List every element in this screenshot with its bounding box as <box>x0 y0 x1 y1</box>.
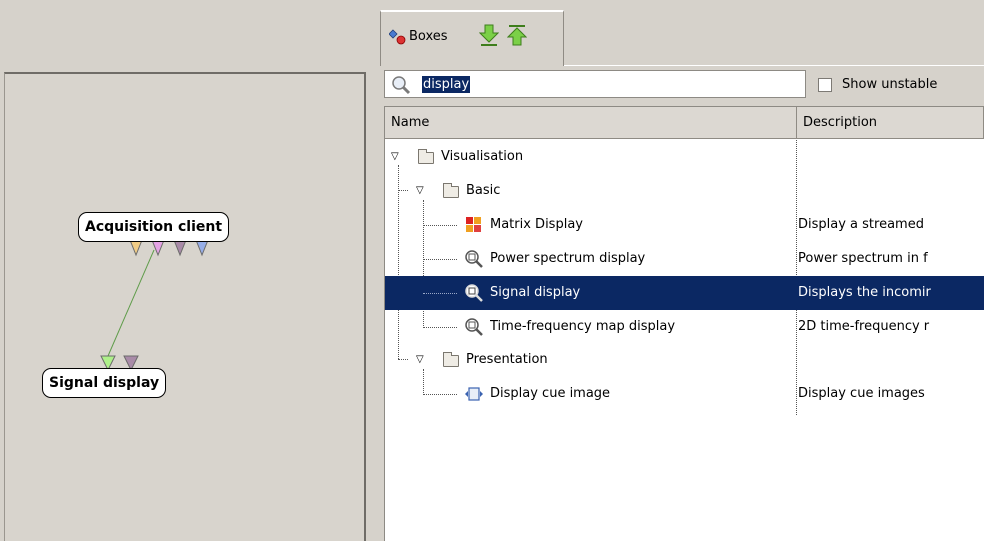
category-label: Visualisation <box>441 149 524 164</box>
tree-row-signal-display[interactable]: Signal display Displays the incomir <box>385 276 984 310</box>
column-header-description[interactable]: Description <box>797 107 984 139</box>
box-description: Display a streamed <box>798 217 924 232</box>
column-header-name[interactable]: Name <box>385 107 797 139</box>
box-description: 2D time-frequency r <box>798 319 930 334</box>
tree-row-presentation[interactable]: ▽ Presentation <box>385 343 984 377</box>
tree-line <box>423 327 457 328</box>
show-unstable-checkbox[interactable] <box>818 78 832 92</box>
tree-line <box>423 394 457 395</box>
cue-image-icon <box>465 387 483 401</box>
output-connector <box>195 239 209 257</box>
box-description: Displays the incomir <box>798 285 931 300</box>
magnifier-icon <box>465 318 483 336</box>
tree-row-time-frequency-map-display[interactable]: Time-frequency map display 2D time-frequ… <box>385 310 984 344</box>
box-name: Signal display <box>490 285 581 300</box>
tree-row-visualisation[interactable]: ▽ Visualisation <box>385 140 984 174</box>
tree-line <box>423 259 457 260</box>
box-name: Matrix Display <box>490 217 583 232</box>
upload-arrow-icon[interactable] <box>507 24 527 46</box>
scenario-links <box>100 239 209 372</box>
pane-splitter[interactable] <box>372 0 380 541</box>
search-value: display <box>422 76 471 93</box>
tree-row-matrix-display[interactable]: Matrix Display Display a streamed <box>385 208 984 242</box>
boxes-icon <box>389 29 406 45</box>
folder-icon <box>443 352 459 367</box>
link-line <box>107 249 155 357</box>
tree-row-basic[interactable]: ▽ Basic <box>385 174 984 208</box>
box-name: Display cue image <box>490 386 611 401</box>
folder-icon <box>443 183 459 198</box>
output-connector <box>173 239 187 257</box>
folder-icon <box>418 149 434 164</box>
download-arrow-icon[interactable] <box>479 24 499 46</box>
output-connector <box>129 239 143 257</box>
box-label: Acquisition client <box>85 219 223 235</box>
signal-display-box[interactable]: Signal display <box>42 368 167 398</box>
tree-row-display-cue-image[interactable]: Display cue image Display cue images <box>385 377 984 411</box>
matrix-display-icon <box>466 217 481 232</box>
box-label: Signal display <box>49 375 160 391</box>
acquisition-client-box[interactable]: Acquisition client <box>78 212 230 242</box>
category-label: Basic <box>466 183 501 198</box>
tab-bar-divider <box>564 65 984 66</box>
tab-label: Boxes <box>409 29 448 44</box>
search-icon <box>392 76 411 95</box>
box-description: Power spectrum in f <box>798 251 928 266</box>
box-name: Time-frequency map display <box>490 319 676 334</box>
output-connector <box>151 239 165 257</box>
category-label: Presentation <box>466 352 548 367</box>
tree-row-power-spectrum-display[interactable]: Power spectrum display Power spectrum in… <box>385 242 984 276</box>
box-name: Power spectrum display <box>490 251 646 266</box>
expanded-triangle-icon[interactable]: ▽ <box>391 152 399 162</box>
expanded-triangle-icon[interactable]: ▽ <box>416 355 424 365</box>
magnifier-icon <box>465 284 483 302</box>
expanded-triangle-icon[interactable]: ▽ <box>416 186 424 196</box>
box-description: Display cue images <box>798 386 925 401</box>
show-unstable-label: Show unstable <box>842 77 938 92</box>
tree-line <box>423 225 457 226</box>
tab-boxes[interactable]: Boxes <box>380 10 564 66</box>
tree-line <box>423 293 457 294</box>
magnifier-icon <box>465 250 483 268</box>
